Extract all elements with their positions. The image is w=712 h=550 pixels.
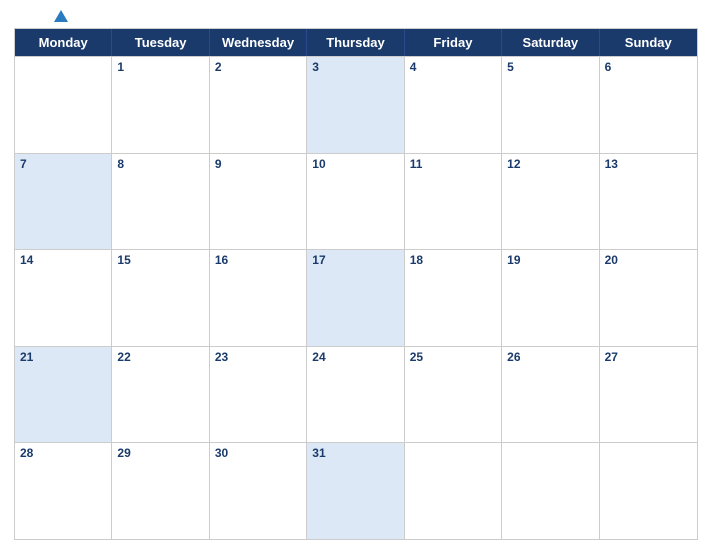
day-number: 3 — [312, 60, 398, 74]
week-row-5: 28293031000 — [15, 442, 697, 539]
cal-cell: 17 — [307, 250, 404, 346]
calendar-grid: MondayTuesdayWednesdayThursdayFridaySatu… — [14, 28, 698, 540]
day-number: 16 — [215, 253, 301, 267]
cal-cell: 25 — [405, 347, 502, 443]
cal-cell: 12 — [502, 154, 599, 250]
cal-cell: 28 — [15, 443, 112, 539]
day-number: 4 — [410, 60, 496, 74]
day-number: 28 — [20, 446, 106, 460]
day-number: 19 — [507, 253, 593, 267]
cal-cell: 23 — [210, 347, 307, 443]
day-header-tuesday: Tuesday — [112, 29, 209, 56]
cal-cell: 9 — [210, 154, 307, 250]
cal-cell: 15 — [112, 250, 209, 346]
cal-cell: 2 — [210, 57, 307, 153]
cal-cell: 31 — [307, 443, 404, 539]
day-number: 21 — [20, 350, 106, 364]
cal-cell: 18 — [405, 250, 502, 346]
day-number: 27 — [605, 350, 692, 364]
cal-cell: 16 — [210, 250, 307, 346]
week-row-4: 21 22 23 24 25 26 27 — [15, 346, 697, 443]
week-row-1: 0123456 — [15, 56, 697, 153]
cal-cell: 7 — [15, 154, 112, 250]
day-header-wednesday: Wednesday — [210, 29, 307, 56]
cal-cell: 22 — [112, 347, 209, 443]
day-number: 7 — [20, 157, 106, 171]
day-number: 23 — [215, 350, 301, 364]
day-number: 30 — [215, 446, 301, 460]
cal-cell: 8 — [112, 154, 209, 250]
cal-cell: 20 — [600, 250, 697, 346]
day-number: 1 — [117, 60, 203, 74]
day-number: 5 — [507, 60, 593, 74]
day-number: 20 — [605, 253, 692, 267]
calendar-page: MondayTuesdayWednesdayThursdayFridaySatu… — [0, 0, 712, 550]
day-number: 25 — [410, 350, 496, 364]
day-header-sunday: Sunday — [600, 29, 697, 56]
day-number: 10 — [312, 157, 398, 171]
cal-cell: 3 — [307, 57, 404, 153]
cal-cell: 0 — [600, 443, 697, 539]
page-header — [14, 10, 698, 22]
cal-cell: 30 — [210, 443, 307, 539]
cal-cell: 21 — [15, 347, 112, 443]
cal-cell: 5 — [502, 57, 599, 153]
cal-cell: 10 — [307, 154, 404, 250]
cal-cell: 24 — [307, 347, 404, 443]
day-number: 6 — [605, 60, 692, 74]
logo-triangle-icon — [54, 10, 68, 22]
cal-cell: 19 — [502, 250, 599, 346]
cal-cell: 0 — [15, 57, 112, 153]
day-number: 31 — [312, 446, 398, 460]
day-number: 8 — [117, 157, 203, 171]
day-number: 14 — [20, 253, 106, 267]
day-number: 13 — [605, 157, 692, 171]
day-number: 0 — [20, 60, 106, 74]
day-number: 18 — [410, 253, 496, 267]
cal-cell: 26 — [502, 347, 599, 443]
day-header-monday: Monday — [15, 29, 112, 56]
day-number: 22 — [117, 350, 203, 364]
day-number: 15 — [117, 253, 203, 267]
cal-cell: 6 — [600, 57, 697, 153]
week-row-3: 14 15 16 17 18 19 20 — [15, 249, 697, 346]
cal-cell: 29 — [112, 443, 209, 539]
cal-cell: 27 — [600, 347, 697, 443]
cal-cell: 0 — [405, 443, 502, 539]
day-header-thursday: Thursday — [307, 29, 404, 56]
day-header-saturday: Saturday — [502, 29, 599, 56]
day-number: 0 — [605, 446, 692, 460]
calendar-body: 0123456789101112131415161718192021222324… — [15, 56, 697, 539]
day-number: 0 — [507, 446, 593, 460]
cal-cell: 0 — [502, 443, 599, 539]
day-number: 26 — [507, 350, 593, 364]
cal-cell: 11 — [405, 154, 502, 250]
calendar-header-row: MondayTuesdayWednesdayThursdayFridaySatu… — [15, 29, 697, 56]
day-number: 11 — [410, 157, 496, 171]
logo — [14, 10, 104, 22]
day-number: 24 — [312, 350, 398, 364]
day-header-friday: Friday — [405, 29, 502, 56]
day-number: 29 — [117, 446, 203, 460]
day-number: 12 — [507, 157, 593, 171]
day-number: 9 — [215, 157, 301, 171]
day-number: 17 — [312, 253, 398, 267]
cal-cell: 14 — [15, 250, 112, 346]
week-row-2: 789 10 11 12 13 — [15, 153, 697, 250]
day-number: 0 — [410, 446, 496, 460]
day-number: 2 — [215, 60, 301, 74]
cal-cell: 4 — [405, 57, 502, 153]
cal-cell: 1 — [112, 57, 209, 153]
logo-blue — [50, 10, 68, 22]
cal-cell: 13 — [600, 154, 697, 250]
